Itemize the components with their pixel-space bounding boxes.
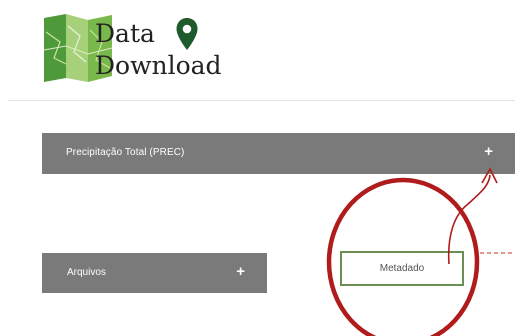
files-accordion-header[interactable]: Arquivos + (42, 253, 267, 293)
precipitation-accordion-header[interactable]: Precipitação Total (PREC) + (42, 133, 515, 174)
expand-plus-icon[interactable]: + (484, 143, 493, 160)
files-expand-plus-icon[interactable]: + (236, 263, 245, 280)
metadata-button-label: Metadado (379, 263, 425, 274)
metadata-button[interactable]: Metadado (340, 251, 464, 286)
map-pin-icon (176, 18, 198, 50)
logo-title-line2: Download (95, 51, 222, 80)
logo-title-line1: Data (95, 19, 155, 48)
data-download-logo: Data Download (40, 12, 240, 84)
header-divider (8, 100, 515, 101)
files-accordion-label: Arquivos (67, 267, 106, 278)
precipitation-accordion-label: Precipitação Total (PREC) (66, 147, 185, 158)
